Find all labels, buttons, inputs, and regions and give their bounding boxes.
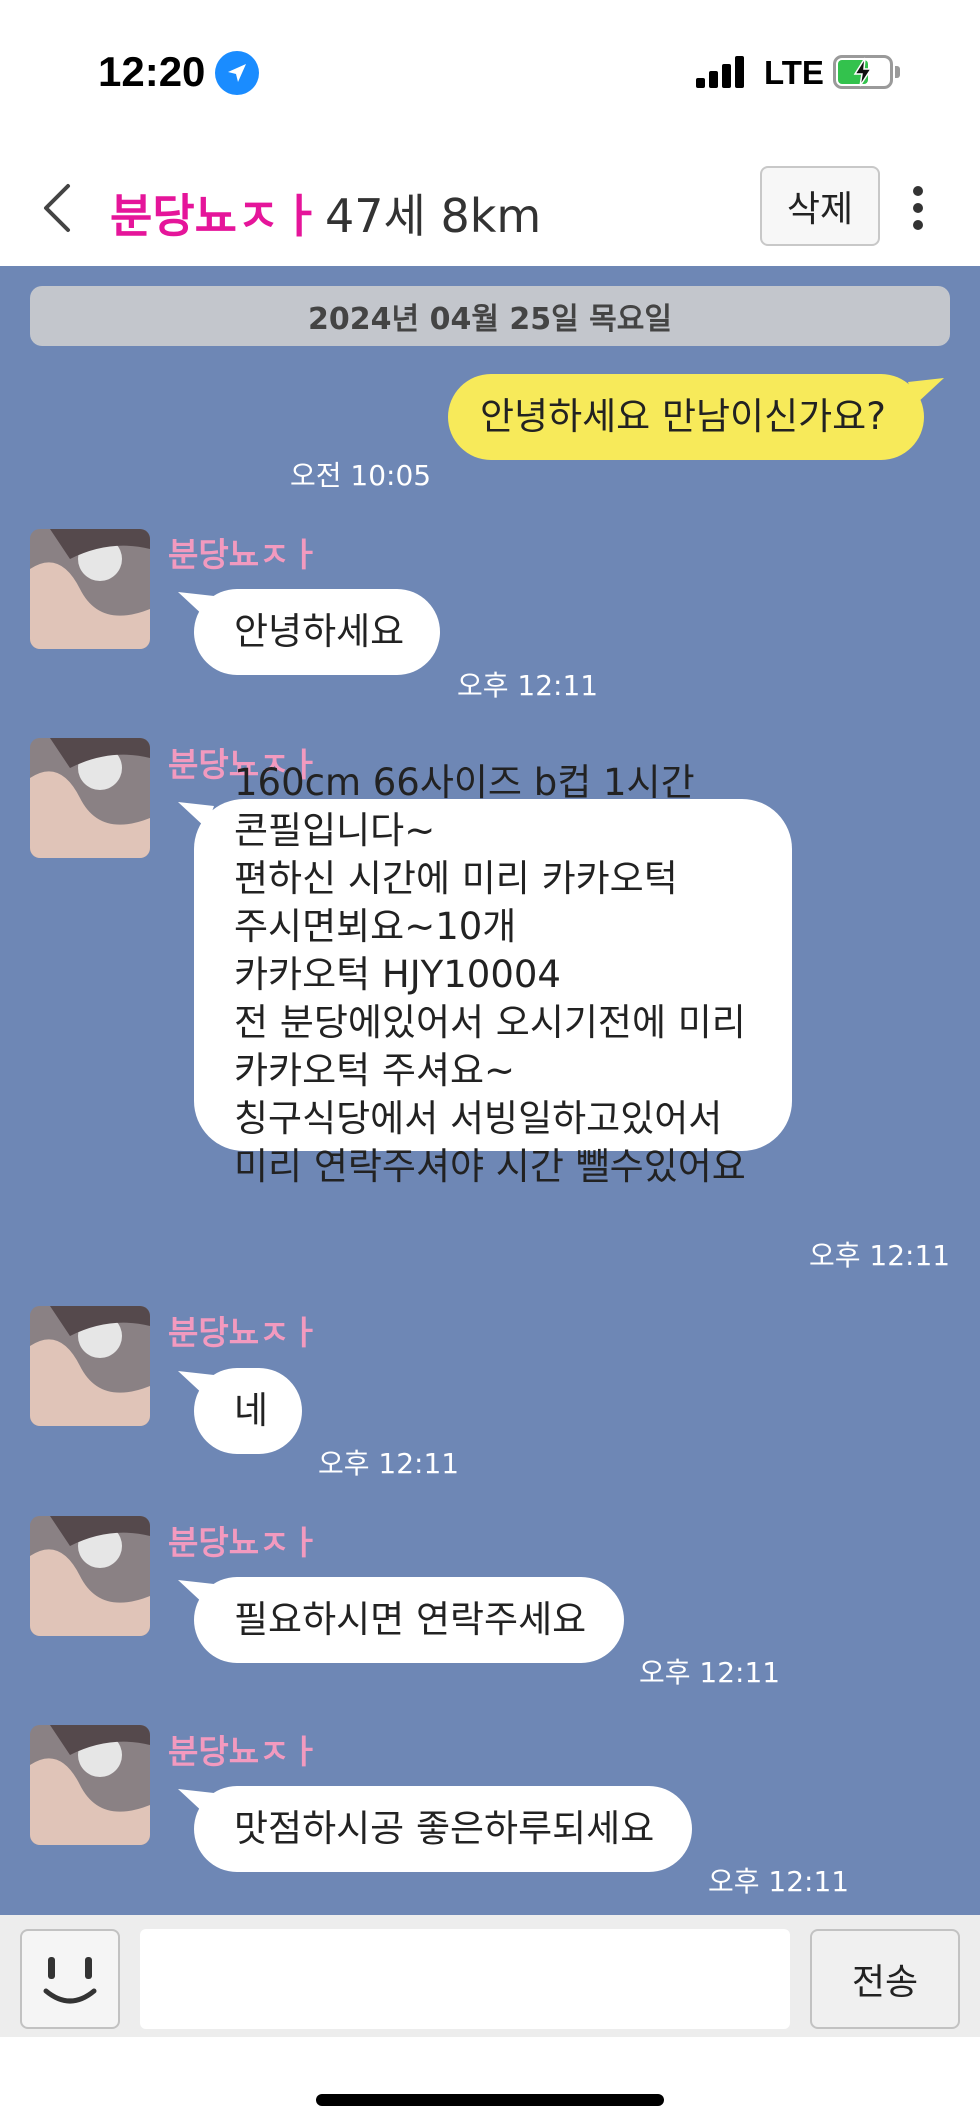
message-text: 안녕하세요 만남이신가요? (480, 395, 886, 438)
avatar[interactable] (30, 1306, 150, 1426)
their-message-bubble[interactable]: 맛점하시공 좋은하루되세요 (194, 1786, 692, 1872)
date-divider: 2024년 04월 25일 목요일 (30, 286, 950, 346)
bubble-tail (178, 1580, 214, 1606)
battery-charging-icon (833, 55, 900, 89)
avatar[interactable] (30, 529, 150, 649)
more-vertical-icon[interactable] (906, 186, 930, 230)
input-bar: 전송 (0, 1915, 980, 2037)
sender-name: 분당뇨ㅈㅏ (168, 1732, 320, 1771)
message-line: 편하신 시간에 미리 카카오턱 (234, 857, 678, 900)
chevron-left-icon[interactable] (38, 180, 78, 236)
bubble-tail (178, 1371, 214, 1397)
home-area (0, 2037, 980, 2124)
message-time: 오후 12:11 (457, 669, 599, 702)
message-time: 오후 12:11 (708, 1865, 850, 1898)
sender-name: 분당뇨ㅈㅏ (168, 1523, 320, 1562)
bubble-tail (178, 592, 214, 618)
message-text: 필요하시면 연락주세요 (234, 1598, 587, 1641)
message-text: 네 (234, 1389, 269, 1432)
message-line: 미리 연락주셔야 시간 뺄수있어요 (234, 1145, 746, 1188)
avatar[interactable] (30, 738, 150, 858)
smiley-icon[interactable] (20, 1929, 120, 2029)
message-line: 콘필입니다~ (234, 809, 436, 852)
message-line: 전 분당에있어서 오시기전에 미리 (234, 1001, 746, 1044)
delete-button[interactable]: 삭제 (760, 166, 880, 246)
my-message-bubble[interactable]: 안녕하세요 만남이신가요? (448, 374, 924, 460)
chat-area[interactable]: 2024년 04월 25일 목요일 안녕하세요 만남이신가요? 오전 10:05… (0, 266, 980, 1915)
chat-partner-info: 47세 8km (325, 189, 542, 243)
status-time: 12:20 (98, 48, 206, 95)
message-text: 안녕하세요 (234, 610, 405, 653)
their-message-bubble[interactable]: 안녕하세요 (194, 589, 440, 675)
signal-bars-icon (696, 56, 748, 88)
chat-header: 분당뇨ㅈㅏ 47세 8km 삭제 (0, 150, 980, 266)
message-line: 주시면뵈요~10개 (234, 905, 517, 948)
home-indicator[interactable] (316, 2094, 664, 2106)
message-line: 160cm 66사이즈 b컵 1시간 (234, 761, 695, 804)
message-time: 오후 12:11 (809, 1239, 951, 1272)
message-time: 오전 10:05 (290, 459, 432, 492)
message-time: 오후 12:11 (318, 1447, 460, 1480)
their-message-bubble[interactable]: 160cm 66사이즈 b컵 1시간 콘필입니다~ 편하신 시간에 미리 카카오… (194, 761, 792, 1188)
message-line: 칭구식당에서 서빙일하고있어서 (234, 1097, 723, 1140)
send-button[interactable]: 전송 (810, 1929, 960, 2029)
their-message-bubble[interactable]: 필요하시면 연락주세요 (194, 1577, 624, 1663)
message-line: 카카오턱 HJY10004 (234, 953, 561, 996)
status-bar: 12:20 LTE (0, 0, 980, 150)
message-text: 맛점하시공 좋은하루되세요 (234, 1807, 655, 1850)
sender-name: 분당뇨ㅈㅏ (168, 535, 320, 574)
sender-name: 분당뇨ㅈㅏ (168, 1313, 320, 1352)
message-time: 오후 12:11 (639, 1656, 781, 1689)
avatar[interactable] (30, 1725, 150, 1845)
bubble-tail (178, 1789, 214, 1815)
bubble-tail (908, 378, 944, 404)
message-line: 카카오턱 주셔요~ (234, 1049, 516, 1092)
location-arrow-icon (215, 51, 259, 95)
message-input[interactable] (140, 1929, 790, 2029)
avatar[interactable] (30, 1516, 150, 1636)
bubble-tail (178, 802, 214, 828)
network-label: LTE (764, 54, 824, 91)
chat-partner-name: 분당뇨ㅈㅏ (110, 189, 322, 243)
